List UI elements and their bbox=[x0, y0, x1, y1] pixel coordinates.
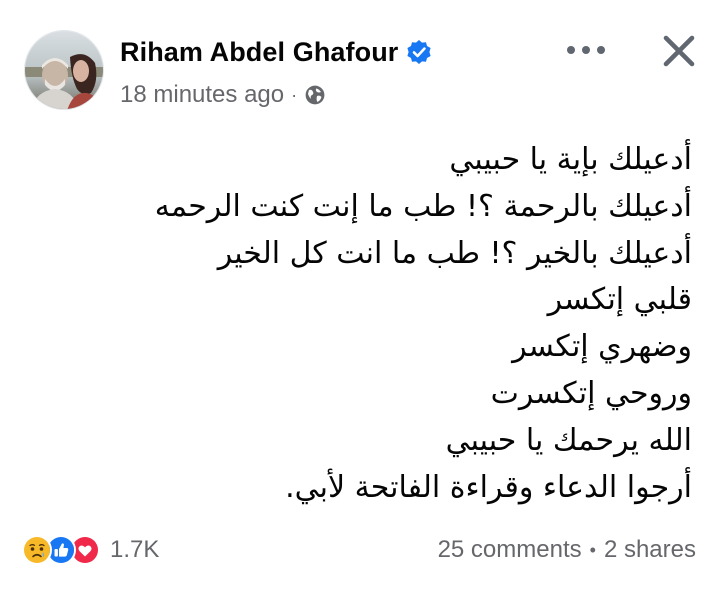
author-name[interactable]: Riham Abdel Ghafour bbox=[120, 37, 398, 68]
post-line: أدعيلك بإية يا حبيبي bbox=[449, 142, 692, 177]
post-meta: 18 minutes ago · bbox=[120, 80, 326, 110]
post-body: أدعيلك بإية يا حبيبي أدعيلك بالرحمة ؟! ط… bbox=[32, 137, 692, 511]
post-line: أدعيلك بالرحمة ؟! طب ما إنت كنت الرحمه bbox=[154, 188, 692, 224]
meta-separator: · bbox=[291, 84, 298, 105]
post-header: Riham Abdel Ghafour 18 minutes ago · bbox=[0, 0, 720, 120]
more-options-icon[interactable] bbox=[560, 32, 612, 68]
post-timestamp[interactable]: 18 minutes ago bbox=[120, 81, 284, 109]
post-line: الله يرحمك يا حبيبي bbox=[445, 422, 692, 458]
author-avatar[interactable] bbox=[24, 30, 104, 110]
verified-badge-icon bbox=[406, 39, 432, 65]
post-line: أرجوا الدعاء وقراءة الفاتحة لأبي. bbox=[285, 469, 692, 505]
post-card: Riham Abdel Ghafour 18 minutes ago · أدع… bbox=[0, 0, 720, 589]
engagement-stats: 25 comments • 2 shares bbox=[438, 534, 696, 566]
comments-link[interactable]: 25 comments bbox=[438, 536, 582, 564]
post-footer: 1.7K 25 comments • 2 shares bbox=[0, 524, 720, 576]
close-icon[interactable] bbox=[652, 26, 706, 76]
post-line: وروحي إتكسرت bbox=[490, 375, 692, 411]
author-row: Riham Abdel Ghafour bbox=[120, 34, 432, 70]
reaction-count: 1.7K bbox=[110, 536, 160, 563]
post-line: قلبي إتكسر bbox=[547, 282, 692, 318]
shares-link[interactable]: 2 shares bbox=[604, 536, 696, 564]
post-line: وضهري إتكسر bbox=[512, 329, 692, 365]
post-line: أدعيلك بالخير ؟! طب ما انت كل الخير bbox=[217, 235, 692, 271]
globe-icon[interactable] bbox=[304, 84, 326, 106]
reactions-summary[interactable]: 1.7K bbox=[22, 534, 159, 566]
sad-icon bbox=[22, 535, 52, 565]
stats-separator: • bbox=[589, 539, 596, 560]
avatar-photo bbox=[25, 31, 103, 109]
